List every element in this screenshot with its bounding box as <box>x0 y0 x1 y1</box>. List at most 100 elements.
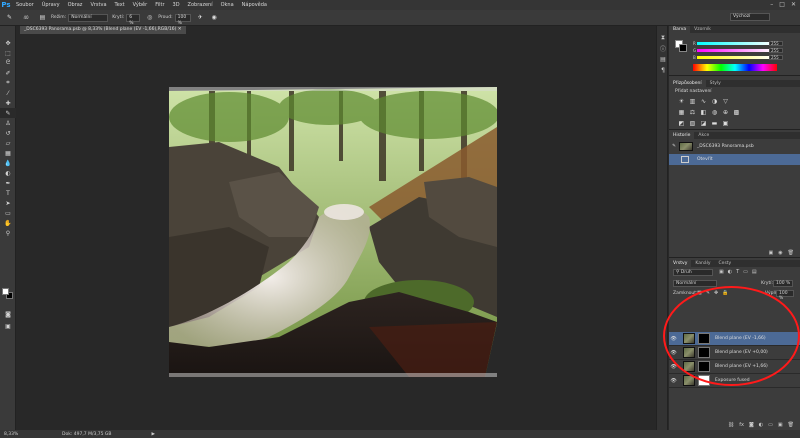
layer-style-icon[interactable]: fx <box>739 422 744 428</box>
healing-brush-tool-icon[interactable]: ✚ <box>0 98 16 108</box>
menu-obraz[interactable]: Obraz <box>64 2 87 8</box>
document-tab[interactable]: _DSC6393 Panorama.psb @ 8,33% (Blend pla… <box>20 26 186 34</box>
screen-mode-icon[interactable]: ▣ <box>0 321 16 331</box>
opacity-field[interactable]: 6 % <box>126 13 141 26</box>
history-brush-tool-icon[interactable]: ↺ <box>0 128 16 138</box>
tab-akce[interactable]: Akce <box>694 132 713 139</box>
new-document-from-state-icon[interactable]: ▣ <box>769 250 774 256</box>
adjustment-filter-icon[interactable]: ◐ <box>728 269 732 275</box>
blend-mode-select[interactable]: Normální <box>673 280 717 287</box>
pressure-opacity-icon[interactable]: ◎ <box>145 13 154 22</box>
trash-icon[interactable]: 🗑 <box>788 250 794 256</box>
vibrance-icon[interactable]: ▽ <box>721 98 730 105</box>
brightness-contrast-icon[interactable]: ☀ <box>677 98 686 105</box>
brush-panel-icon[interactable]: ▤ <box>38 13 47 22</box>
blue-value[interactable]: 255 <box>769 55 783 60</box>
curves-icon[interactable]: ∿ <box>699 98 708 105</box>
mode-select[interactable]: Normální <box>68 13 109 22</box>
foreground-color-swatch[interactable] <box>2 288 9 295</box>
selective-color-icon[interactable]: ▣ <box>721 120 730 127</box>
maximize-button[interactable]: □ <box>779 1 785 8</box>
new-group-icon[interactable]: ▭ <box>768 422 773 428</box>
smart-object-filter-icon[interactable]: ▤ <box>752 269 757 275</box>
brush-preset-picker[interactable]: 40 <box>19 13 33 22</box>
photo-filter-icon[interactable]: ◍ <box>710 109 719 116</box>
new-layer-icon[interactable]: ▣ <box>778 422 783 428</box>
menu-vyber[interactable]: Výběr <box>129 2 152 8</box>
tab-historie[interactable]: Historie <box>669 132 695 139</box>
move-tool-icon[interactable]: ✥ <box>0 38 16 48</box>
green-slider[interactable]: G <box>693 48 773 53</box>
dodge-tool-icon[interactable]: ◐ <box>0 168 16 178</box>
layer-kind-filter[interactable]: ⚲ Druh <box>673 269 713 276</box>
red-slider[interactable]: R <box>693 41 773 46</box>
trash-icon[interactable]: 🗑 <box>788 422 794 428</box>
menu-zobrazeni[interactable]: Zobrazení <box>184 2 217 8</box>
new-adjustment-icon[interactable]: ◐ <box>759 422 763 428</box>
properties-panel-icon[interactable]: ▤ <box>657 54 669 65</box>
menu-vrstva[interactable]: Vrstva <box>86 2 110 8</box>
history-brush-source-icon[interactable]: ✎ <box>669 144 679 149</box>
eraser-tool-icon[interactable]: ▱ <box>0 138 16 148</box>
status-menu-arrow-icon[interactable]: ▶ <box>152 432 155 437</box>
exposure-icon[interactable]: ◑ <box>710 98 719 105</box>
color-lookup-icon[interactable]: ▩ <box>732 109 741 116</box>
menu-filtr[interactable]: Filtr <box>151 2 168 8</box>
color-spectrum-ramp[interactable] <box>693 64 777 71</box>
pen-tool-icon[interactable]: ✒ <box>0 178 16 188</box>
color-panel-background[interactable] <box>679 44 687 52</box>
tab-vrstvy[interactable]: Vrstvy <box>669 260 692 267</box>
menu-upravy[interactable]: Úpravy <box>38 2 64 8</box>
levels-icon[interactable]: ▥ <box>688 98 697 105</box>
gradient-tool-icon[interactable]: ▦ <box>0 148 16 158</box>
gradient-map-icon[interactable]: ▬ <box>710 120 719 127</box>
menu-3d[interactable]: 3D <box>169 2 184 8</box>
brush-tool-icon[interactable]: ✎ <box>0 108 16 118</box>
clone-stamp-tool-icon[interactable]: ♙ <box>0 118 16 128</box>
color-balance-icon[interactable]: ⚖ <box>688 109 697 116</box>
airbrush-icon[interactable]: ✈ <box>196 13 205 22</box>
workspace-select[interactable]: Výchozí <box>730 13 770 21</box>
zoom-tool-icon[interactable]: ⚲ <box>0 228 16 238</box>
eye-icon[interactable]: 👁 <box>669 378 678 384</box>
tab-kanaly[interactable]: Kanály <box>691 260 714 267</box>
type-tool-icon[interactable]: T <box>0 188 16 198</box>
type-filter-icon[interactable]: T <box>736 269 739 275</box>
hue-saturation-icon[interactable]: ▦ <box>677 109 686 116</box>
blue-slider[interactable]: B <box>693 55 773 60</box>
crop-tool-icon[interactable]: ⌗ <box>0 78 16 88</box>
lasso-tool-icon[interactable]: ᘓ <box>0 58 16 68</box>
menu-napoveda[interactable]: Nápověda <box>238 2 271 8</box>
hand-tool-icon[interactable]: ✋ <box>0 218 16 228</box>
brush-tool-icon[interactable]: ✎ <box>5 13 14 22</box>
menu-okna[interactable]: Okna <box>217 2 238 8</box>
tab-prizpusobeni[interactable]: Přizpůsobení <box>669 80 706 87</box>
tab-vzornik[interactable]: Vzorník <box>690 26 715 33</box>
pressure-size-icon[interactable]: ◉ <box>210 13 219 22</box>
history-step[interactable]: Otevřít <box>669 154 800 165</box>
info-panel-icon[interactable]: ⓘ <box>657 43 669 54</box>
black-white-icon[interactable]: ◧ <box>699 109 708 116</box>
marquee-tool-icon[interactable]: ⬚ <box>0 48 16 58</box>
threshold-icon[interactable]: ◪ <box>699 120 708 127</box>
minimize-button[interactable]: – <box>770 1 773 8</box>
shape-filter-icon[interactable]: ▭ <box>743 269 748 275</box>
tab-barva[interactable]: Barva <box>669 26 691 33</box>
camera-snapshot-icon[interactable]: ◉ <box>778 250 782 256</box>
quick-mask-icon[interactable]: ◙ <box>0 309 16 319</box>
green-value[interactable]: 255 <box>769 48 783 53</box>
fill-field[interactable]: 100 % <box>776 290 794 301</box>
invert-icon[interactable]: ◩ <box>677 120 686 127</box>
history-snapshot[interactable]: ✎ _DSC6393 Panorama.psb <box>669 141 800 152</box>
flow-field[interactable]: 100 % <box>174 13 191 26</box>
pixel-filter-icon[interactable]: ▣ <box>719 269 724 275</box>
menu-text[interactable]: Text <box>111 2 129 8</box>
shape-tool-icon[interactable]: ▭ <box>0 208 16 218</box>
zoom-level[interactable]: 8,33% <box>4 432 32 437</box>
channel-mixer-icon[interactable]: ⊕ <box>721 109 730 116</box>
layer-opacity-field[interactable]: 100 % <box>773 280 793 287</box>
path-select-tool-icon[interactable]: ➤ <box>0 198 16 208</box>
tab-cesty[interactable]: Cesty <box>715 260 736 267</box>
canvas-area[interactable] <box>17 34 656 426</box>
menu-soubor[interactable]: Soubor <box>12 2 38 8</box>
